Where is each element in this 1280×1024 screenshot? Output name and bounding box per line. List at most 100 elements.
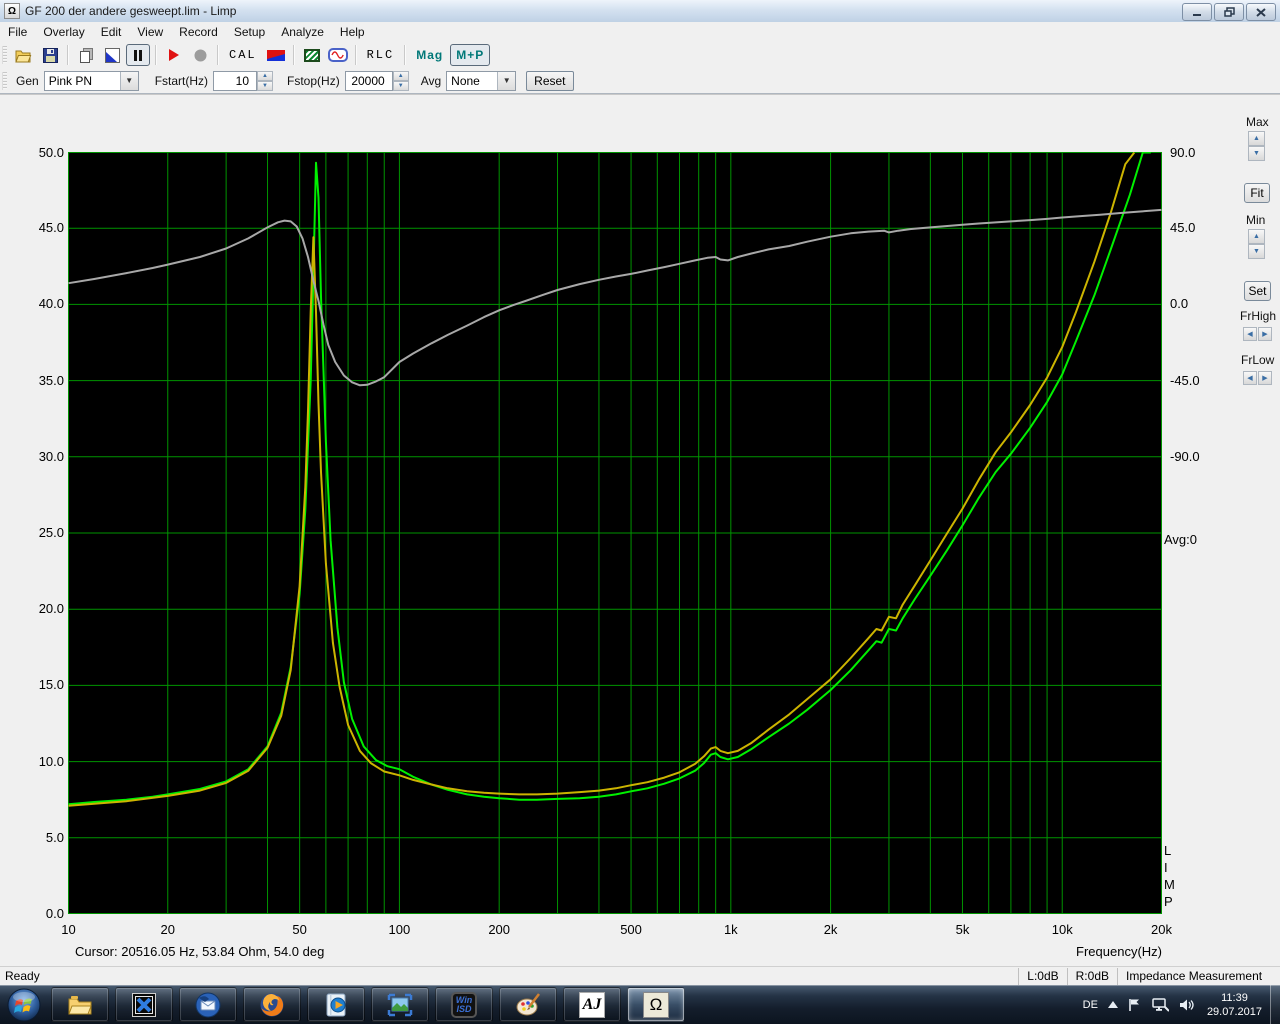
save-floppy-icon — [42, 47, 58, 63]
fstart-label: Fstart(Hz) — [154, 73, 209, 88]
taskbar-firefox-button[interactable] — [243, 987, 301, 1022]
x-tick-label: 50 — [292, 922, 307, 937]
menu-file[interactable]: File — [0, 23, 35, 41]
close-button[interactable] — [1246, 3, 1276, 21]
rlc-mode-button[interactable]: RLC — [362, 44, 400, 66]
taskbar-thunderbird-button[interactable] — [179, 987, 237, 1022]
chevron-down-icon[interactable]: ▼ — [119, 71, 138, 90]
taskbar-paint-button[interactable] — [499, 987, 557, 1022]
frhigh-left-button[interactable]: ◀ — [1243, 327, 1257, 341]
calibrate-button[interactable]: CAL — [224, 44, 262, 66]
blue-x-app-icon — [132, 992, 156, 1017]
min-up-button[interactable]: ▲ — [1248, 229, 1265, 244]
max-down-button[interactable]: ▼ — [1248, 146, 1265, 161]
fstop-value: 20000 — [351, 73, 385, 88]
menu-analyze[interactable]: Analyze — [273, 23, 332, 41]
menu-record[interactable]: Record — [171, 23, 226, 41]
y-left-tick-label: 20.0 — [38, 601, 64, 617]
limp-letter: P — [1164, 894, 1173, 909]
impedance-plot[interactable] — [68, 152, 1162, 914]
fit-button[interactable]: Fit — [1244, 183, 1270, 203]
menu-view[interactable]: View — [129, 23, 171, 41]
menu-setup[interactable]: Setup — [226, 23, 273, 41]
title-bar[interactable]: Ω GF 200 der andere gesweept.lim - Limp — [0, 0, 1280, 23]
limp-watermark: L I M P — [1164, 842, 1175, 910]
taskbar-aj-button[interactable]: AJ — [563, 987, 621, 1022]
limp-omega-icon: Ω — [643, 991, 669, 1018]
taskbar-clock[interactable]: 11:39 29.07.2017 — [1207, 991, 1262, 1019]
open-file-button[interactable] — [12, 44, 36, 66]
min-down-button[interactable]: ▼ — [1248, 244, 1265, 259]
fstop-input[interactable]: 20000 — [344, 70, 393, 91]
fstop-spinner[interactable]: ▲ ▼ — [392, 70, 409, 91]
language-indicator[interactable]: DE — [1083, 999, 1098, 1011]
show-desktop-button[interactable] — [1270, 985, 1280, 1024]
menu-overlay[interactable]: Overlay — [35, 23, 92, 41]
hidden-icons-button[interactable] — [1107, 1001, 1118, 1008]
spin-up-icon[interactable]: ▲ — [257, 70, 274, 81]
play-button[interactable] — [162, 44, 186, 66]
network-button[interactable] — [1152, 997, 1169, 1012]
frlow-right-button[interactable]: ▶ — [1258, 371, 1272, 385]
restore-button[interactable] — [1214, 3, 1244, 21]
magnitude-view-button[interactable]: Mag — [411, 44, 448, 66]
chevron-down-icon[interactable]: ▼ — [497, 71, 516, 90]
gen-label: Gen — [16, 73, 39, 88]
spin-up-icon[interactable]: ▲ — [392, 70, 409, 81]
generator-scope-button[interactable] — [326, 44, 350, 66]
set-button[interactable]: Set — [1244, 281, 1271, 301]
restore-icon — [1223, 7, 1235, 17]
chevron-up-icon — [1107, 1001, 1118, 1008]
y-right-tick-label: 45.0 — [1170, 220, 1196, 236]
limp-letter: M — [1164, 877, 1175, 892]
avg-value: None — [451, 73, 480, 88]
toolbar-separator — [67, 45, 69, 65]
y-left-tick-label: 50.0 — [38, 144, 64, 160]
frhigh-right-button[interactable]: ▶ — [1258, 327, 1272, 341]
menu-edit[interactable]: Edit — [93, 23, 130, 41]
spin-down-icon[interactable]: ▼ — [392, 80, 409, 91]
menu-help[interactable]: Help — [332, 23, 373, 41]
window-title: GF 200 der andere gesweept.lim - Limp — [25, 4, 237, 18]
start-button[interactable] — [0, 985, 48, 1024]
flag-icon — [1129, 998, 1139, 1011]
generator-toolbar: Gen Pink PN ▼ Fstart(Hz) 10 ▲ ▼ Fstop(Hz… — [0, 68, 1280, 94]
max-up-button[interactable]: ▲ — [1248, 131, 1265, 146]
fstart-spinner[interactable]: ▲ ▼ — [257, 70, 274, 91]
taskbar-mediaplayer-button[interactable] — [307, 987, 365, 1022]
aj-app-icon: AJ — [579, 991, 605, 1018]
toolbar-grip[interactable] — [2, 46, 7, 64]
copy-button[interactable] — [74, 44, 98, 66]
status-ready: Ready — [5, 969, 40, 983]
media-player-icon — [326, 993, 346, 1016]
x-tick-label: 10 — [61, 922, 76, 937]
save-button[interactable] — [38, 44, 62, 66]
fit-label: Fit — [1250, 186, 1264, 200]
minimize-button[interactable] — [1182, 3, 1212, 21]
toolbar-grip[interactable] — [2, 71, 7, 90]
action-center-button[interactable] — [1128, 998, 1142, 1012]
pen-color-button[interactable] — [100, 44, 124, 66]
fstart-input[interactable]: 10 — [213, 70, 258, 91]
avg-select[interactable]: None ▼ — [446, 70, 517, 91]
taskbar-explorer-button[interactable] — [51, 987, 109, 1022]
taskbar-imageviewer-button[interactable] — [371, 987, 429, 1022]
pause-button[interactable] — [126, 44, 150, 66]
taskbar-x-app-button[interactable] — [115, 987, 173, 1022]
generator-select[interactable]: Pink PN ▼ — [43, 70, 139, 91]
toolbar-separator — [292, 45, 295, 65]
frlow-left-button[interactable]: ◀ — [1243, 371, 1257, 385]
taskbar-winisd-button[interactable]: Win ISD — [435, 987, 493, 1022]
calibrator-device-button[interactable] — [264, 44, 288, 66]
y-left-tick-label: 40.0 — [38, 296, 64, 312]
fstop-label: Fstop(Hz) — [287, 73, 340, 88]
toolbar-separator — [404, 45, 407, 65]
spin-down-icon[interactable]: ▼ — [257, 80, 274, 91]
volume-button[interactable] — [1179, 998, 1194, 1012]
record-button[interactable] — [188, 44, 212, 66]
soundcard-setup-button[interactable] — [300, 44, 324, 66]
reset-button[interactable]: Reset — [526, 70, 574, 91]
magnitude-phase-view-button[interactable]: M+P — [450, 44, 491, 66]
taskbar-limp-button[interactable]: Ω — [627, 987, 685, 1022]
min-label: Min — [1246, 213, 1266, 227]
